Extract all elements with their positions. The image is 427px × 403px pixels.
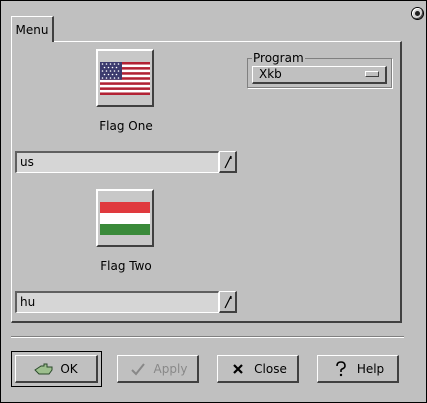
checkmark-icon: [128, 360, 148, 378]
apply-label: Apply: [153, 361, 188, 376]
separator: [11, 336, 404, 338]
flag-two-dropdown-button[interactable]: [219, 291, 237, 313]
flag-one-layout-input[interactable]: us: [15, 151, 219, 173]
help-label: Help: [356, 361, 385, 376]
tab-menu-label: Menu: [15, 22, 49, 37]
close-x-icon: [228, 360, 248, 378]
flag-two-combo[interactable]: hu: [15, 291, 237, 313]
flag-two-caption: Flag Two: [100, 259, 152, 273]
program-frame: Program Xkb: [247, 51, 392, 88]
window-menu-button[interactable]: [412, 8, 423, 19]
slash-arrow-icon: [223, 295, 232, 308]
flag-one-caption: Flag One: [99, 119, 153, 133]
flag-one-combo[interactable]: us: [15, 151, 237, 173]
ok-label: OK: [60, 361, 78, 376]
question-mark-icon: [331, 360, 351, 378]
tab-menu[interactable]: Menu: [11, 16, 54, 42]
flag-one-dropdown-button[interactable]: [219, 151, 237, 173]
flag-one-button[interactable]: [96, 49, 154, 107]
program-legend: Program: [252, 51, 305, 65]
close-button[interactable]: Close: [217, 355, 299, 383]
us-flag-icon: [100, 61, 150, 95]
apply-button[interactable]: Apply: [117, 355, 199, 383]
flag-two-button[interactable]: [96, 189, 154, 247]
hungary-flag-icon: [100, 201, 150, 235]
ok-button[interactable]: OK: [15, 355, 98, 383]
slash-arrow-icon: [223, 155, 232, 168]
program-selected-value: Xkb: [259, 67, 282, 81]
help-button[interactable]: Help: [317, 355, 399, 383]
ok-hand-icon: [34, 360, 54, 378]
program-option-menu[interactable]: Xkb: [252, 66, 387, 84]
close-label: Close: [254, 361, 287, 376]
option-indicator-icon: [365, 71, 379, 77]
flag-two-layout-input[interactable]: hu: [15, 291, 219, 313]
